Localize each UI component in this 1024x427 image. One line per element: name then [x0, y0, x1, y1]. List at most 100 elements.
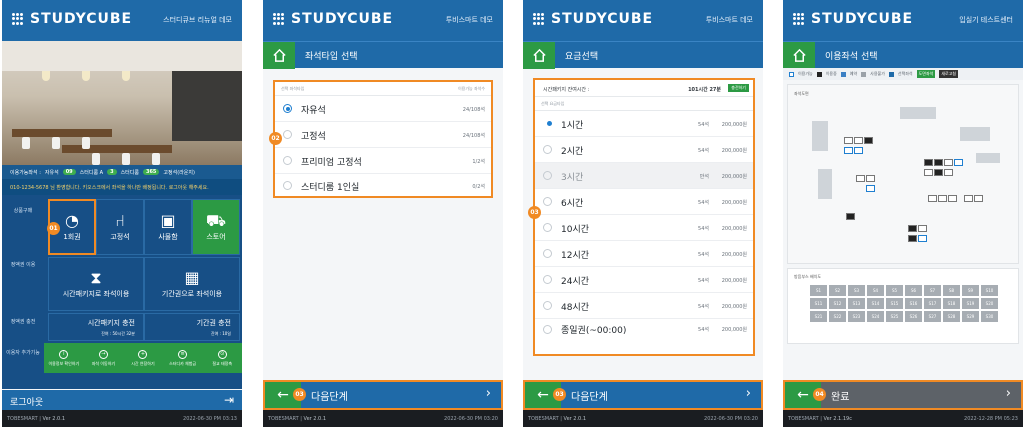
fare-option[interactable]: 10시간 54석 200,000원 [535, 215, 753, 241]
booth-seat[interactable]: S27 [924, 311, 941, 322]
booth-seat[interactable]: S15 [886, 298, 903, 309]
usage-info-button[interactable]: i 이용정보 확인하기 [44, 343, 84, 373]
logout-icon: ⇥ [223, 393, 234, 407]
booth-seat[interactable]: S17 [924, 298, 941, 309]
booth-seat[interactable]: S26 [905, 311, 922, 322]
fare-option[interactable]: 6시간 54석 200,000원 [535, 189, 753, 215]
cube-logo-icon [273, 12, 286, 26]
step-badge: 03 [553, 388, 566, 401]
booth-seat[interactable]: S23 [848, 311, 865, 322]
logout-button[interactable]: 로그아웃 ⇥ [2, 390, 242, 410]
move-seat-button[interactable]: → 좌석 이동하기 [84, 343, 124, 373]
page-title: 좌석타입 선택 [305, 52, 358, 62]
booth-seat[interactable]: S22 [829, 311, 846, 322]
booth-seat[interactable]: S2 [829, 285, 846, 296]
hourglass-icon: ⧗ [90, 267, 102, 287]
menu-grid: 상품구매 정액권 이용 정액권 충전 이용자 추가기능 ◔ 1회권 ⑁ 고정석 ▣ 사… [2, 195, 242, 389]
booth-seat[interactable]: S18 [943, 298, 960, 309]
booth-seat[interactable]: S4 [867, 285, 884, 296]
store-tile[interactable]: ⛟ 스토어 [192, 199, 240, 255]
booth-seat[interactable]: S6 [905, 285, 922, 296]
radio-icon [543, 325, 552, 334]
floor-plan: 좌석도면 [787, 84, 1019, 264]
chevron-right-icon: › [485, 386, 491, 401]
booth-seat[interactable]: S7 [924, 285, 941, 296]
booth-seat[interactable]: S13 [848, 298, 865, 309]
refresh-button[interactable]: 새로고침 [939, 70, 959, 78]
booth-seat[interactable]: S21 [810, 311, 827, 322]
logo: STUDYCUBE [273, 11, 393, 27]
chair-icon: ⑁ [115, 210, 125, 230]
booth-seat[interactable]: S28 [943, 311, 960, 322]
booth-seat[interactable]: S12 [829, 298, 846, 309]
footer: TOBESMART | Ver 2.0.1 2022-06-30 PM 03:13 [2, 410, 242, 427]
footer: TOBESMART | Ver 2.0.1 2022-06-30 PM 03:20 [263, 410, 503, 427]
home-button[interactable] [263, 42, 295, 69]
booth-seat[interactable]: S3 [848, 285, 865, 296]
store-photo [2, 41, 242, 165]
time-package-seat-tile[interactable]: ⧗ 시간패키지로 좌석이용 [48, 257, 144, 311]
booth-seat[interactable]: S14 [867, 298, 884, 309]
fixed-seat-tile[interactable]: ⑁ 고정석 [96, 199, 144, 255]
booth-seat[interactable]: S9 [962, 285, 979, 296]
charge-button[interactable]: 충전하기 [728, 84, 749, 92]
checkout-button[interactable]: ⊙ 절교 태정축 [202, 343, 242, 373]
booth-seat[interactable]: S11 [810, 298, 827, 309]
chevron-right-icon: › [745, 386, 751, 401]
extend-time-button[interactable]: + 시간 연장하기 [123, 343, 163, 373]
exit-icon: ⊙ [217, 349, 227, 359]
booth-list: 방음부스 배치도 S1 S2 S3 S4 S5 S6 S7 S8 S9 S10 S11 S12 S13 S… [787, 268, 1019, 344]
list-header: 선택 좌석타입 이용가능 좌석수 [275, 82, 491, 96]
fare-option[interactable]: 48시간 54석 200,000원 [535, 293, 753, 319]
booth-seat[interactable]: S16 [905, 298, 922, 309]
booth-seat[interactable]: S25 [886, 311, 903, 322]
seat-type-option[interactable]: 스터디룸 1인실 0/2석 [275, 174, 491, 198]
locker-icon: ▣ [160, 210, 176, 230]
seat-type-option[interactable]: 고정석 24/108석 [275, 122, 491, 148]
fare-option[interactable]: 종일권(~00:00) 54석 200,000원 [535, 319, 753, 339]
booth-seat[interactable]: S8 [943, 285, 960, 296]
booth-seat[interactable]: S5 [886, 285, 903, 296]
booth-seat[interactable]: S20 [981, 298, 998, 309]
fare-option-full: 3시간 만석 200,000원 [535, 163, 753, 189]
cart-icon: ⛟ [205, 210, 227, 230]
step-badge: 03 [293, 388, 306, 401]
seat-type-option[interactable]: 자유석 24/108석 [275, 96, 491, 122]
pie-clock-icon: ◔ [65, 210, 79, 230]
booth-seat[interactable]: S19 [962, 298, 979, 309]
home-button[interactable] [523, 42, 555, 69]
fare-option[interactable]: 1시간 54석 200,000원 [535, 111, 753, 137]
booth-seat[interactable]: S30 [981, 311, 998, 322]
floor-view-button[interactable]: 도면좌석 [916, 70, 936, 78]
home-button[interactable] [783, 42, 815, 69]
radio-icon [543, 223, 552, 232]
radio-icon [283, 130, 292, 139]
period-pass-seat-tile[interactable]: ▦ 기간권으로 좌석이용 [144, 257, 240, 311]
seat-type-option[interactable]: 프리미엄 고정석 1/2석 [275, 148, 491, 174]
study-trial-button[interactable]: ≡ 스터디카 체험금 [163, 343, 203, 373]
radio-icon [543, 171, 552, 180]
booth-seat[interactable]: S1 [810, 285, 827, 296]
booth-seat[interactable]: S24 [867, 311, 884, 322]
fare-option[interactable]: 24시간 54석 200,000원 [535, 267, 753, 293]
time-package-charge-tile[interactable]: 시간패키지 충전 잔여 : 50시간 32분 [48, 313, 144, 341]
booth-seat[interactable]: S29 [962, 311, 979, 322]
radio-icon [543, 145, 552, 154]
top-bar: STUDYCUBE 투비스마트 데모 [263, 0, 503, 41]
seat-type-list: 선택 좌석타입 이용가능 좌석수 자유석 24/108석 고정석 24/108석 프리… [273, 80, 493, 198]
fare-option[interactable]: 2시간 54석 200,000원 [535, 137, 753, 163]
top-bar: STUDYCUBE 투비스마트 데모 [523, 0, 763, 41]
period-pass-charge-tile[interactable]: 기간권 충전 잔여 : 10일 [144, 313, 240, 341]
seat-legend: 이용가능 이용중 예약 사용불가 선택좌석 도면좌석 새로고침 [783, 68, 1023, 80]
fare-option[interactable]: 12시간 54석 200,000원 [535, 241, 753, 267]
store-name: 스터디큐브 리뉴얼 데모 [163, 16, 232, 24]
step-badge: 01 [47, 222, 60, 235]
seat-map-screen: STUDYCUBE 입실기 테스트센터 이용좌석 선택 이용가능 이용중 예약 … [783, 0, 1023, 427]
booth-seat[interactable]: S10 [981, 285, 998, 296]
row-label: 정액권 이용 [10, 262, 36, 268]
locker-tile[interactable]: ▣ 사물함 [144, 199, 192, 255]
home-icon [272, 48, 286, 62]
plus-icon: + [138, 349, 148, 359]
chevron-right-icon: › [1005, 386, 1011, 401]
logo: STUDYCUBE [533, 11, 653, 27]
